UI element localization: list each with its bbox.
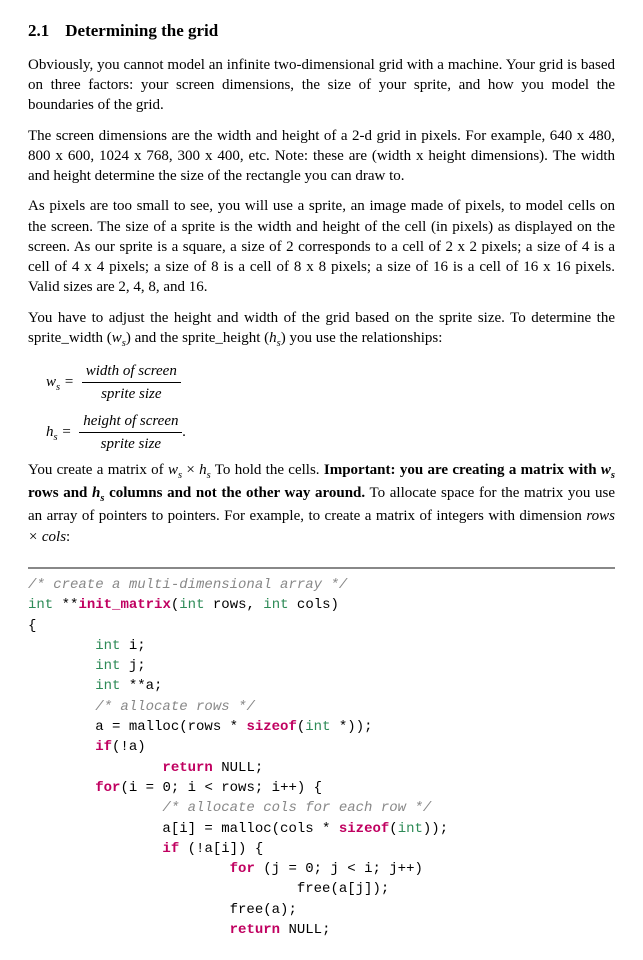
c5b: int	[95, 658, 120, 674]
frac-ws: width of screensprite size	[82, 361, 181, 405]
w4-sub: s	[611, 470, 615, 481]
c5a	[28, 658, 95, 674]
c12a	[28, 800, 162, 816]
p5d: rows and	[28, 485, 92, 501]
c15c: (j = 0; j < i; j++)	[255, 861, 423, 877]
p4-part-b: ) and the sprite_height (	[126, 330, 269, 346]
p4-part-c: ) you use the relationships:	[281, 330, 443, 346]
c8a: a = malloc(rows *	[28, 719, 246, 735]
c9c: (!a)	[112, 739, 146, 755]
frac1-num: width of screen	[82, 361, 181, 383]
c13e: ));	[423, 821, 448, 837]
eq1: =	[60, 374, 78, 390]
ws-inline3: ws	[601, 462, 615, 478]
p5e: columns and not the other way around.	[104, 485, 365, 501]
frac2-den: sprite size	[79, 433, 182, 454]
c15a	[28, 861, 230, 877]
w: w	[112, 330, 122, 346]
section-title: Determining the grid	[65, 21, 218, 40]
c14a	[28, 841, 162, 857]
c14b: if	[162, 841, 179, 857]
paragraph-3: As pixels are too small to see, you will…	[28, 196, 615, 297]
c15b: for	[230, 861, 255, 877]
c3: {	[28, 618, 36, 634]
c10b: return	[162, 760, 212, 776]
c2e: int	[179, 597, 204, 613]
formula-hs: hs = height of screensprite size.	[46, 411, 615, 455]
c10a	[28, 760, 162, 776]
c2a: int	[28, 597, 53, 613]
c2c: init_matrix	[78, 597, 170, 613]
c7a	[28, 699, 95, 715]
c11c: (i = 0; i < rows; i++) {	[120, 780, 322, 796]
c10c: NULL;	[213, 760, 263, 776]
c14c: (!a[i]) {	[179, 841, 263, 857]
times1: ×	[182, 462, 199, 478]
eq2: =	[58, 424, 76, 440]
c8b: sizeof	[246, 719, 296, 735]
c8c: (	[297, 719, 305, 735]
frac2-num: height of screen	[79, 411, 182, 433]
p5a: You create a matrix of	[28, 462, 168, 478]
p5c: Important: you are creating a matrix wit…	[324, 462, 601, 478]
w4: w	[601, 462, 611, 478]
ws-inline: ws	[112, 330, 126, 346]
c4c: i;	[120, 638, 145, 654]
c4b: int	[95, 638, 120, 654]
c12b: /* allocate cols for each row */	[162, 800, 431, 816]
section-heading: 2.1 Determining the grid	[28, 20, 615, 43]
paragraph-1: Obviously, you cannot model an infinite …	[28, 55, 615, 116]
c11b: for	[95, 780, 120, 796]
p5b: To hold the cells.	[211, 462, 324, 478]
c18a	[28, 922, 230, 938]
c6c: **a;	[120, 678, 162, 694]
c16: free(a[j]);	[28, 881, 389, 897]
paragraph-2: The screen dimensions are the width and …	[28, 126, 615, 187]
section-number: 2.1	[28, 21, 49, 40]
ws-inline2: ws	[168, 462, 182, 478]
w3: w	[168, 462, 178, 478]
c8e: *));	[330, 719, 372, 735]
c13a: a[i] = malloc(cols *	[28, 821, 339, 837]
c9a	[28, 739, 95, 755]
w2: w	[46, 374, 56, 390]
c2f: rows,	[204, 597, 263, 613]
h3: h	[199, 462, 207, 478]
hs-inline2: hs	[199, 462, 211, 478]
c17: free(a);	[28, 902, 297, 918]
c2b: **	[53, 597, 78, 613]
c2g: int	[263, 597, 288, 613]
hs-inline3: hs	[92, 485, 104, 501]
c18c: NULL;	[280, 922, 330, 938]
c18b: return	[230, 922, 280, 938]
formula-ws: ws = width of screensprite size	[46, 361, 615, 405]
hs-lhs: hs	[46, 424, 58, 440]
hs-inline: hs	[269, 330, 281, 346]
ws-lhs: ws	[46, 374, 60, 390]
c2d: (	[171, 597, 179, 613]
c13b: sizeof	[339, 821, 389, 837]
paragraph-4: You have to adjust the height and width …	[28, 308, 615, 351]
code-comment-1: /* create a multi-dimensional array */	[28, 577, 347, 593]
frac1-den: sprite size	[82, 383, 181, 404]
period: .	[182, 424, 186, 440]
h: h	[269, 330, 277, 346]
c4a	[28, 638, 95, 654]
h2: h	[46, 424, 54, 440]
c2h: cols)	[289, 597, 339, 613]
p5g: :	[66, 529, 70, 545]
c6a	[28, 678, 95, 694]
c7b: /* allocate rows */	[95, 699, 255, 715]
frac-hs: height of screensprite size	[79, 411, 182, 455]
c8d: int	[305, 719, 330, 735]
c6b: int	[95, 678, 120, 694]
c13d: int	[398, 821, 423, 837]
c9b: if	[95, 739, 112, 755]
paragraph-5: You create a matrix of ws × hs To hold t…	[28, 460, 615, 547]
c11a	[28, 780, 95, 796]
c5c: j;	[120, 658, 145, 674]
code-block: /* create a multi-dimensional array */ i…	[28, 567, 615, 940]
c13c: (	[389, 821, 397, 837]
